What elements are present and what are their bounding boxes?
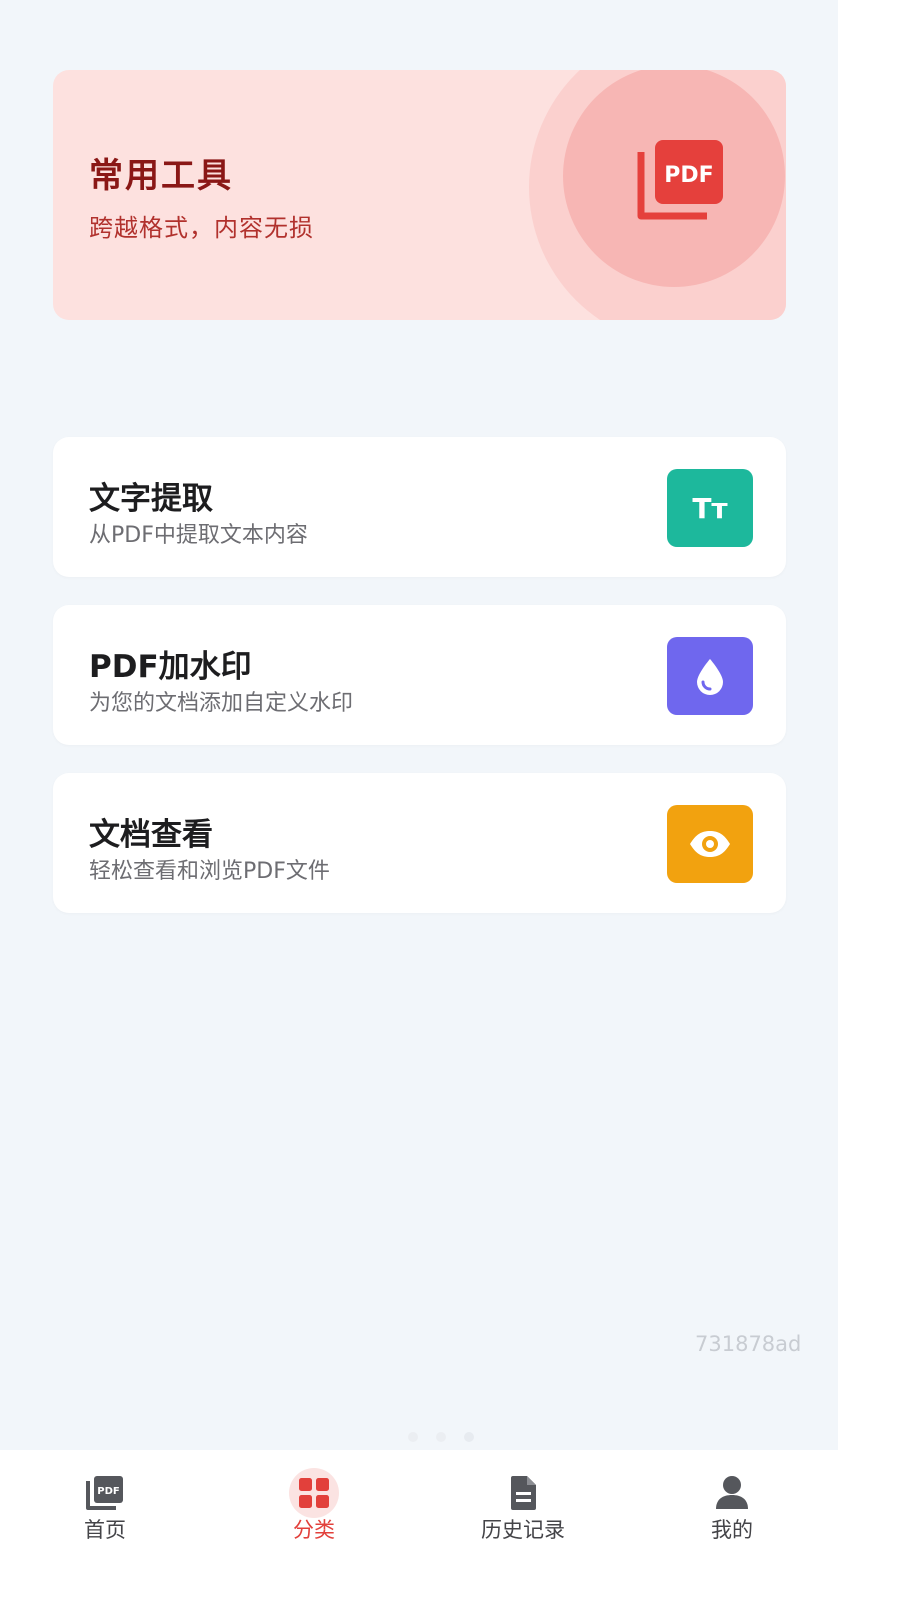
eye-icon (667, 805, 753, 883)
tool-card-pdf-watermark[interactable]: PDF加水印 为您的文档添加自定义水印 (53, 605, 786, 745)
tool-title: 文档查看 (89, 817, 213, 853)
tool-card-document-viewer[interactable]: 文档查看 轻松查看和浏览PDF文件 (53, 773, 786, 913)
nav-home-icon-text: PDF (97, 1486, 119, 1497)
page-indicator (400, 1428, 490, 1444)
nav-label: 我的 (711, 1518, 753, 1542)
page-dot (464, 1432, 474, 1442)
banner-pdf-icon-text: PDF (664, 163, 713, 188)
banner-subtitle: 跨越格式，内容无损 (89, 214, 314, 242)
grid-icon (289, 1468, 339, 1518)
tool-description: 为您的文档添加自定义水印 (89, 691, 354, 716)
banner-title: 常用工具 (89, 156, 233, 196)
tool-card-text-extract[interactable]: 文字提取 从PDF中提取文本内容 Tт (53, 437, 786, 577)
nav-item-home[interactable]: PDF 首页 (25, 1450, 185, 1570)
tool-description: 从PDF中提取文本内容 (89, 523, 308, 548)
common-tools-banner[interactable]: 常用工具 跨越格式，内容无损 PDF (53, 70, 786, 320)
screen-edge (838, 0, 900, 1600)
nav-item-history[interactable]: 历史记录 (443, 1450, 603, 1570)
tool-title: PDF加水印 (89, 649, 252, 685)
nav-label: 历史记录 (481, 1518, 565, 1542)
nav-item-profile[interactable]: 我的 (652, 1450, 812, 1570)
page-dot (436, 1432, 446, 1442)
app-screen: 常用工具 跨越格式，内容无损 PDF 文字提取 从PDF中提取文本内容 Tт P… (0, 0, 838, 1600)
user-icon (707, 1468, 757, 1518)
document-icon (498, 1468, 548, 1518)
nav-label: 分类 (293, 1518, 335, 1542)
pdf-file-icon: PDF (637, 138, 727, 220)
bottom-navigation-bar: PDF 首页 分类 历史记录 我的 (0, 1450, 838, 1600)
pdf-home-icon: PDF (80, 1468, 130, 1518)
text-size-icon: Tт (667, 469, 753, 547)
page-dot (408, 1432, 418, 1442)
nav-item-category[interactable]: 分类 (234, 1450, 394, 1570)
text-size-icon-glyph: Tт (692, 492, 728, 525)
tool-title: 文字提取 (89, 481, 213, 517)
device-id-code: 731878ad (695, 1332, 802, 1356)
tool-description: 轻松查看和浏览PDF文件 (89, 859, 330, 884)
nav-label: 首页 (84, 1518, 126, 1542)
water-drop-icon (667, 637, 753, 715)
